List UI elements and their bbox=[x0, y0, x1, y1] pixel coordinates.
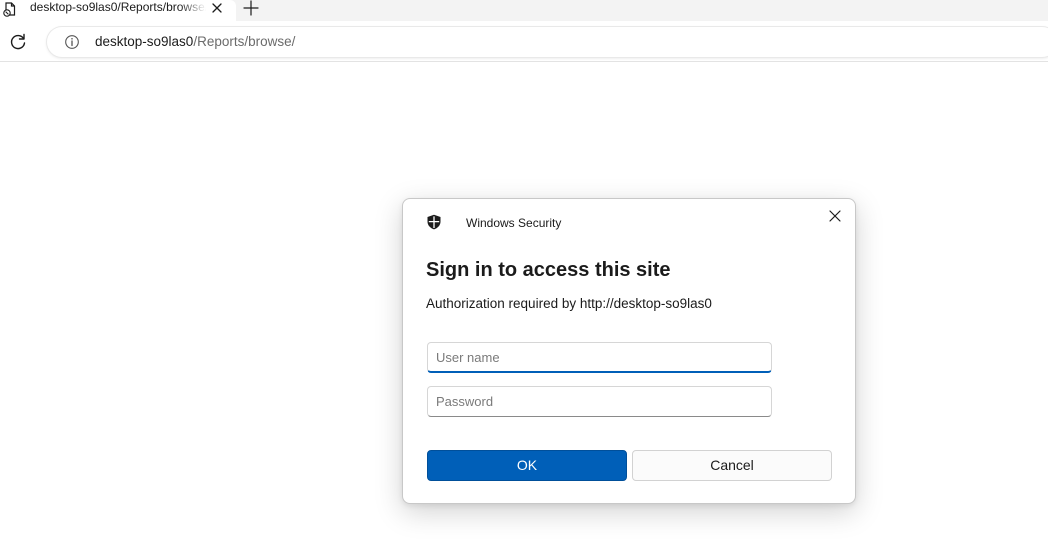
ok-button[interactable]: OK bbox=[427, 450, 627, 481]
plus-icon[interactable] bbox=[242, 0, 260, 16]
document-icon bbox=[3, 2, 16, 17]
password-input[interactable] bbox=[427, 386, 772, 417]
browser-tab[interactable]: desktop-so9las0/Reports/browse/ bbox=[0, 0, 236, 21]
dialog-message: Authorization required by http://desktop… bbox=[426, 296, 712, 311]
refresh-icon[interactable] bbox=[8, 32, 28, 52]
browser-toolbar: desktop-so9las0/Reports/browse/ bbox=[0, 21, 1048, 62]
close-icon[interactable] bbox=[827, 208, 843, 224]
url-text: desktop-so9las0/Reports/browse/ bbox=[95, 34, 295, 50]
username-input[interactable] bbox=[427, 342, 772, 373]
close-tab-icon[interactable] bbox=[209, 0, 225, 16]
windows-security-dialog: Windows Security Sign in to access this … bbox=[402, 198, 856, 504]
dialog-app-name: Windows Security bbox=[466, 216, 562, 230]
address-bar[interactable]: desktop-so9las0/Reports/browse/ bbox=[47, 27, 1048, 57]
shield-icon bbox=[427, 214, 441, 230]
url-path: /Reports/browse/ bbox=[193, 34, 296, 49]
tab-strip: desktop-so9las0/Reports/browse/ bbox=[0, 0, 1048, 21]
cancel-button[interactable]: Cancel bbox=[632, 450, 832, 481]
info-icon[interactable] bbox=[64, 34, 80, 50]
tab-title: desktop-so9las0/Reports/browse/ bbox=[30, 0, 206, 14]
dialog-title: Sign in to access this site bbox=[426, 259, 671, 281]
url-host: desktop-so9las0 bbox=[95, 34, 194, 49]
